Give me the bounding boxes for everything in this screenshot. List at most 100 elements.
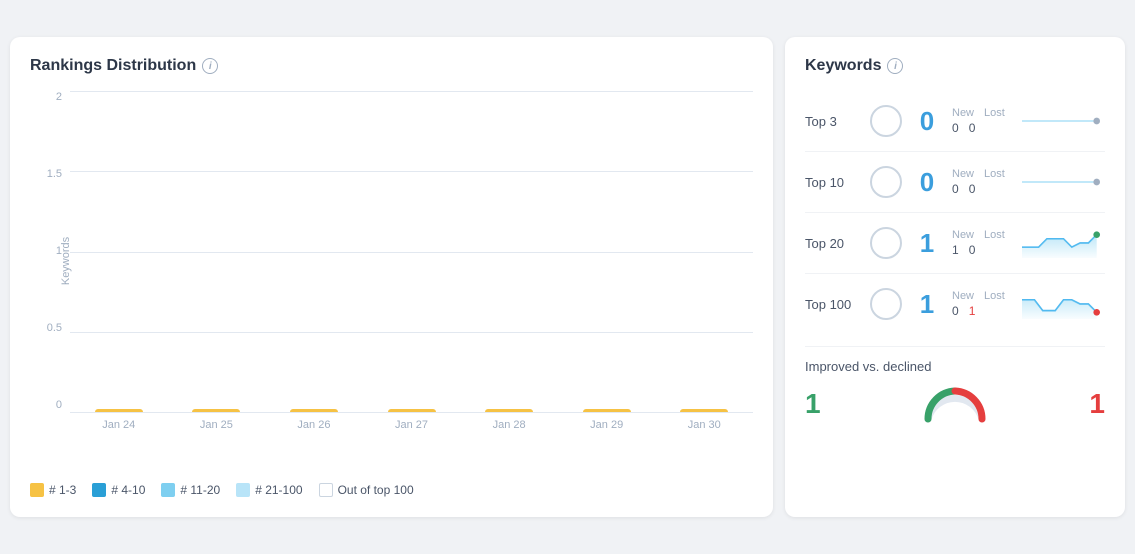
declined-count: 1	[1089, 388, 1105, 420]
bar-group-jan28	[460, 409, 558, 412]
grid-line-75	[70, 332, 753, 333]
kw-stat-labels-top100: New Lost	[952, 290, 1012, 302]
kw-sparkline-top20	[1022, 223, 1105, 263]
bar-stack-jan28	[485, 409, 533, 412]
legend-label-4-10: # 4-10	[111, 483, 145, 497]
kw-stat-vals-top3: 0 0	[952, 121, 1012, 135]
chart-legend: # 1-3 # 4-10 # 11-20 # 21-100 Out of top…	[30, 483, 753, 497]
kw-stats-top100: New Lost 0 1	[952, 290, 1012, 318]
chart-card: Rankings Distribution i 2 1.5 1 0.5 0 Ke…	[10, 37, 773, 517]
keywords-card: Keywords i Top 3 0 New Lost 0 0	[785, 37, 1125, 517]
bar-stack-jan29	[583, 409, 631, 412]
bar-seg-gold-jan26	[290, 409, 338, 412]
kw-new-label-top100: New	[952, 290, 974, 302]
legend-box-21-100	[236, 483, 250, 497]
bar-group-jan24	[70, 409, 168, 412]
kw-section-top100: Top 100 1 New Lost 0 1	[805, 274, 1105, 334]
kw-section-top10: Top 10 0 New Lost 0 0	[805, 152, 1105, 213]
grid-line-50	[70, 252, 753, 253]
kw-new-val-top3: 0	[952, 121, 959, 135]
kw-count-top10: 0	[912, 167, 942, 198]
kw-count-top20: 1	[912, 228, 942, 259]
bar-stack-jan26	[290, 409, 338, 412]
kw-lost-label-top10: Lost	[984, 168, 1005, 180]
grid-line-top	[70, 91, 753, 92]
bars-container: Keywords	[70, 91, 753, 431]
kw-stat-labels-top3: New Lost	[952, 107, 1012, 119]
legend-box-1-3	[30, 483, 44, 497]
x-label-jan29: Jan 29	[558, 413, 656, 431]
kw-sparkline-top3	[1022, 101, 1105, 141]
gauge-container	[829, 384, 1082, 424]
kw-lost-val-top20: 0	[969, 243, 976, 257]
bar-seg-gold-jan25	[192, 409, 240, 412]
kw-new-label-top20: New	[952, 229, 974, 241]
legend-1-3: # 1-3	[30, 483, 76, 497]
kw-section-top20: Top 20 1 New Lost 1 0	[805, 213, 1105, 274]
kw-stat-vals-top20: 1 0	[952, 243, 1012, 257]
legend-box-11-20	[161, 483, 175, 497]
kw-sparkline-top100	[1022, 284, 1105, 324]
kw-stats-top10: New Lost 0 0	[952, 168, 1012, 196]
chart-title: Rankings Distribution	[30, 57, 196, 75]
kw-stat-labels-top20: New Lost	[952, 229, 1012, 241]
bar-group-jan26	[265, 409, 363, 412]
grid-line-25	[70, 171, 753, 172]
kw-circle-top20	[870, 227, 902, 259]
kw-new-val-top100: 0	[952, 304, 959, 318]
legend-out-top-100: Out of top 100	[319, 483, 414, 497]
kw-lost-val-top100: 1	[969, 304, 976, 318]
kw-stat-vals-top10: 0 0	[952, 182, 1012, 196]
keywords-title-row: Keywords i	[805, 57, 1105, 75]
kw-stats-top20: New Lost 1 0	[952, 229, 1012, 257]
kw-label-col-top100: Top 100	[805, 297, 860, 312]
kw-new-val-top10: 0	[952, 182, 959, 196]
kw-lost-val-top10: 0	[969, 182, 976, 196]
bar-stack-jan30	[680, 409, 728, 412]
x-label-jan28: Jan 28	[460, 413, 558, 431]
bar-seg-gold-jan29	[583, 409, 631, 412]
bar-group-jan29	[558, 409, 656, 412]
kw-lost-val-top3: 0	[969, 121, 976, 135]
gauge-svg	[920, 384, 990, 424]
kw-label-top100: Top 100	[805, 297, 860, 312]
bar-stack-jan27	[388, 409, 436, 412]
kw-lost-label-top3: Lost	[984, 107, 1005, 119]
x-label-jan26: Jan 26	[265, 413, 363, 431]
keywords-info-icon[interactable]: i	[887, 58, 903, 74]
legend-label-21-100: # 21-100	[255, 483, 302, 497]
y-label-15: 1.5	[47, 168, 62, 180]
bar-group-jan27	[363, 409, 461, 412]
kw-new-label-top10: New	[952, 168, 974, 180]
kw-stats-top3: New Lost 0 0	[952, 107, 1012, 135]
bars-area	[70, 91, 753, 413]
legend-21-100: # 21-100	[236, 483, 302, 497]
chart-area: 2 1.5 1 0.5 0 Keywords	[30, 91, 753, 471]
grid-lines	[70, 91, 753, 412]
legend-label-out: Out of top 100	[338, 483, 414, 497]
kw-section-top3: Top 3 0 New Lost 0 0	[805, 91, 1105, 152]
kw-circle-top10	[870, 166, 902, 198]
improved-title: Improved vs. declined	[805, 359, 1105, 374]
kw-label-top20: Top 20	[805, 236, 860, 251]
kw-count-top100: 1	[912, 289, 942, 320]
kw-count-top3: 0	[912, 106, 942, 137]
keywords-title: Keywords	[805, 57, 881, 75]
bar-seg-gold-jan24	[95, 409, 143, 412]
kw-lost-label-top20: Lost	[984, 229, 1005, 241]
x-labels: Jan 24 Jan 25 Jan 26 Jan 27 Jan 28 Jan 2…	[70, 413, 753, 431]
legend-label-1-3: # 1-3	[49, 483, 76, 497]
legend-box-4-10	[92, 483, 106, 497]
kw-new-label-top3: New	[952, 107, 974, 119]
kw-label-col-top20: Top 20	[805, 236, 860, 251]
bar-group-jan30	[655, 409, 753, 412]
y-label-0: 0	[56, 399, 62, 411]
kw-stat-vals-top100: 0 1	[952, 304, 1012, 318]
bar-seg-gold-jan28	[485, 409, 533, 412]
y-label-05: 0.5	[47, 322, 62, 334]
kw-label-top3: Top 3	[805, 114, 860, 129]
main-container: Rankings Distribution i 2 1.5 1 0.5 0 Ke…	[10, 37, 1125, 517]
chart-info-icon[interactable]: i	[202, 58, 218, 74]
x-label-jan25: Jan 25	[168, 413, 266, 431]
bar-stack-jan24	[95, 409, 143, 412]
